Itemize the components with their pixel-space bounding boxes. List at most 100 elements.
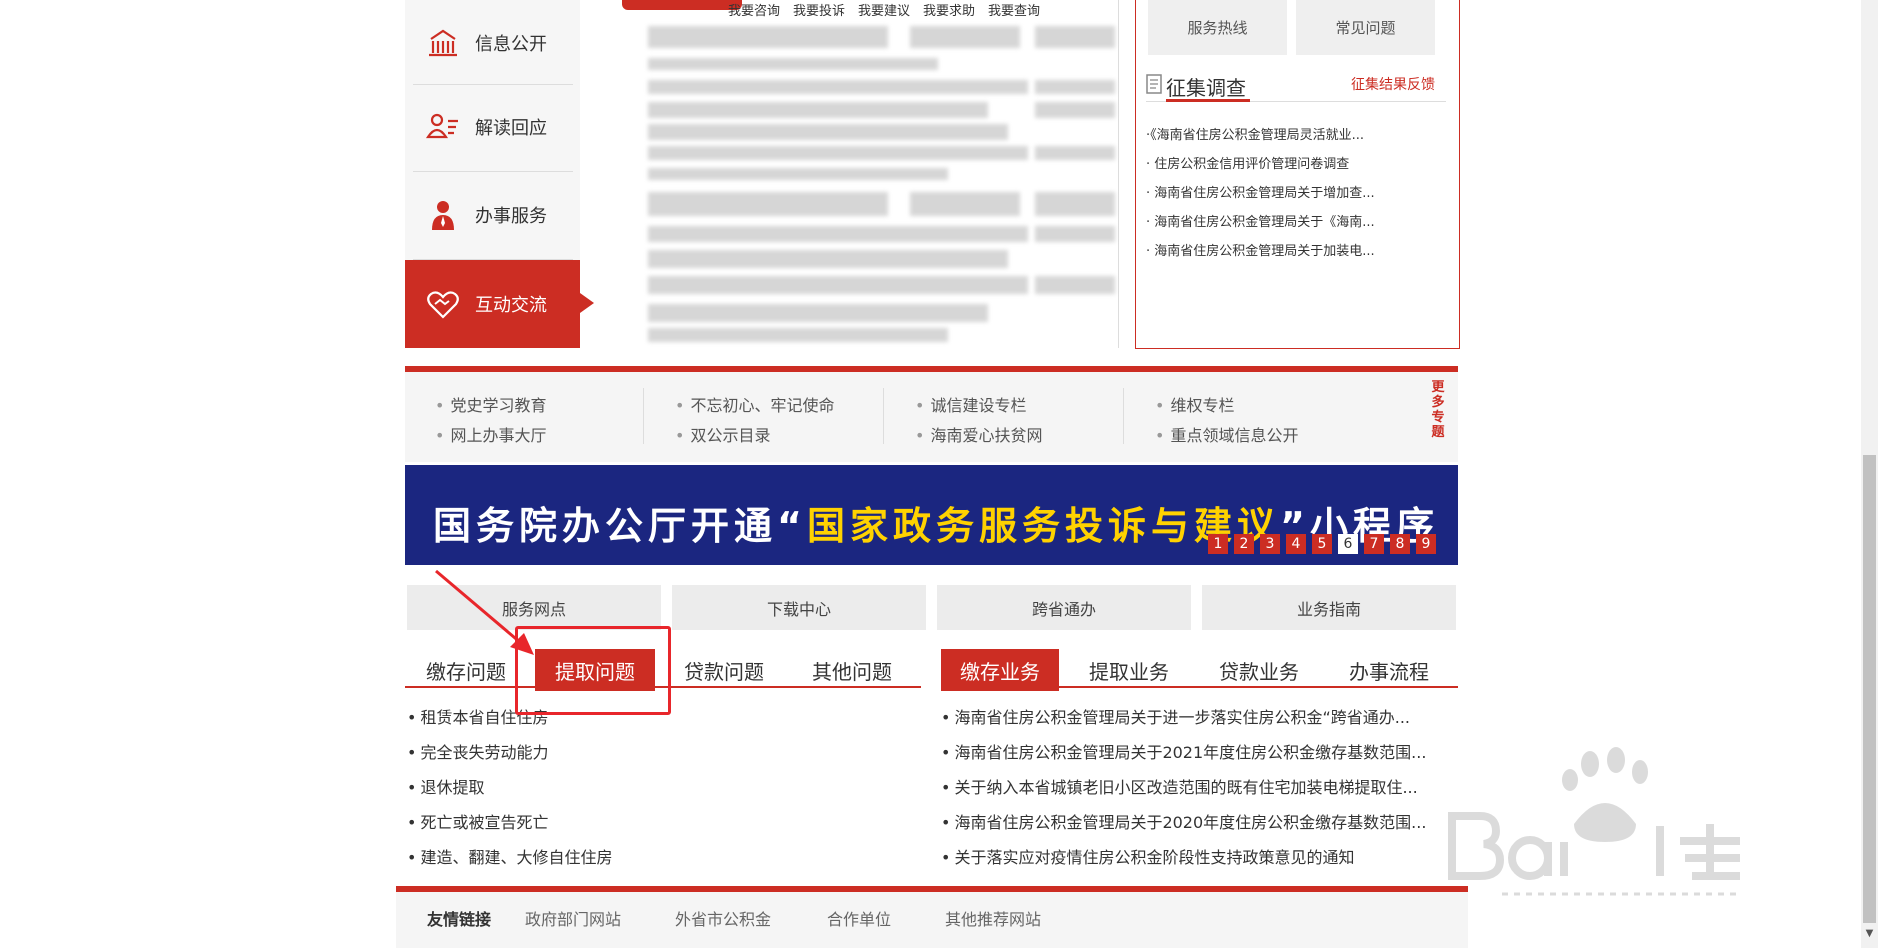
blurred-text	[1035, 102, 1115, 118]
center-tab-indicator	[622, 0, 742, 10]
topic-link[interactable]: 党史学习教育	[435, 392, 546, 416]
person-list-icon	[425, 113, 458, 139]
more-topics-link[interactable]: 更多专题	[1430, 380, 1446, 440]
nav-item-interpretation[interactable]: 解读回应	[405, 84, 580, 170]
business-item[interactable]: 海南省住房公积金管理局关于进一步落实住房公积金“跨省通办...	[941, 704, 1410, 728]
tab-other-questions[interactable]: 其他问题	[797, 649, 907, 691]
right-panel: 服务热线 常见问题 征集调查 征集结果反馈 ·《海南省住房公积金管理局灵活就业.…	[1135, 0, 1460, 349]
blurred-text	[648, 226, 1028, 242]
person-tie-icon	[432, 201, 454, 230]
blurred-text	[910, 192, 1020, 216]
blurred-text	[648, 80, 1028, 94]
left-nav: 信息公开 解读回应 办事服务 互动交流	[405, 0, 594, 348]
tab-query[interactable]: 我要查询	[988, 0, 1040, 19]
blurred-text	[648, 192, 888, 216]
faq-button[interactable]: 常见问题	[1296, 0, 1435, 55]
nav-label-interpretation: 解读回应	[475, 118, 547, 139]
blurred-text	[648, 168, 948, 180]
blurred-text	[1035, 192, 1115, 216]
banner-page-5[interactable]: 5	[1312, 534, 1332, 554]
building-icon	[429, 29, 457, 57]
tab-loan-business[interactable]: 贷款业务	[1199, 649, 1319, 691]
heart-handshake-icon	[427, 291, 459, 319]
download-center-button[interactable]: 下载中心	[672, 585, 926, 630]
blurred-text	[910, 26, 1020, 48]
friend-links-label: 友情链接	[427, 910, 492, 929]
survey-item[interactable]: · 住房公积金信用评价管理问卷调查	[1146, 153, 1349, 172]
blurred-text	[648, 124, 1008, 140]
topic-link[interactable]: 不忘初心、牢记使命	[675, 392, 834, 416]
survey-item[interactable]: · 海南省住房公积金管理局关于增加查...	[1146, 182, 1375, 201]
tab-withdrawal-business[interactable]: 提取业务	[1069, 649, 1189, 691]
banner[interactable]: 国务院办公厅开通“国家政务服务投诉与建议”小程序 1 2 3 4 5 6 7 8…	[405, 465, 1458, 565]
survey-item[interactable]: ·《海南省住房公积金管理局灵活就业...	[1146, 124, 1364, 143]
friend-link[interactable]: 外省市公积金	[675, 906, 771, 930]
topic-link[interactable]: 网上办事大厅	[435, 422, 546, 446]
blurred-text	[648, 304, 988, 322]
nav-label-interaction: 互动交流	[475, 295, 547, 316]
topic-link[interactable]: 海南爱心扶贫网	[915, 422, 1042, 446]
banner-page-3[interactable]: 3	[1260, 534, 1280, 554]
topic-divider	[643, 388, 644, 444]
blurred-text	[648, 276, 1028, 294]
question-item[interactable]: 死亡或被宣告死亡	[407, 809, 548, 833]
business-item[interactable]: 关于落实应对疫情住房公积金阶段性支持政策意见的通知	[941, 844, 1354, 868]
blurred-text	[1035, 226, 1115, 242]
question-item[interactable]: 建造、翻建、大修自住住房	[407, 844, 612, 868]
nav-label-services: 办事服务	[475, 206, 547, 227]
blurred-text	[1035, 276, 1115, 294]
topic-link[interactable]: 重点领域信息公开	[1155, 422, 1298, 446]
friend-link[interactable]: 其他推荐网站	[945, 906, 1041, 930]
nav-item-info-public[interactable]: 信息公开	[405, 0, 580, 86]
topic-link[interactable]: 诚信建设专栏	[915, 392, 1026, 416]
banner-page-7[interactable]: 7	[1364, 534, 1384, 554]
business-item[interactable]: 海南省住房公积金管理局关于2020年度住房公积金缴存基数范围...	[941, 809, 1426, 833]
scroll-down-arrow-icon[interactable]: ▼	[1863, 928, 1876, 942]
tab-suggestion[interactable]: 我要建议	[858, 0, 910, 19]
annotation-highlight-box	[515, 626, 671, 715]
interaction-content: 我要咨询 我要投诉 我要建议 我要求助 我要查询	[580, 0, 1119, 348]
blurred-text	[1035, 146, 1115, 160]
question-item[interactable]: 退休提取	[407, 774, 484, 798]
nav-label-info-public: 信息公开	[475, 34, 547, 55]
business-item[interactable]: 海南省住房公积金管理局关于2021年度住房公积金缴存基数范围...	[941, 739, 1426, 763]
special-topics: 党史学习教育 网上办事大厅 不忘初心、牢记使命 双公示目录 诚信建设专栏 海南爱…	[405, 366, 1458, 462]
tab-process[interactable]: 办事流程	[1329, 649, 1449, 691]
nav-item-services[interactable]: 办事服务	[405, 172, 580, 258]
tab-consult[interactable]: 我要咨询	[728, 0, 780, 19]
survey-item[interactable]: · 海南省住房公积金管理局关于加装电...	[1146, 240, 1375, 259]
banner-page-1[interactable]: 1	[1208, 534, 1228, 554]
banner-page-9[interactable]: 9	[1416, 534, 1436, 554]
topic-link[interactable]: 双公示目录	[675, 422, 770, 446]
blurred-text	[648, 102, 988, 118]
tab-complaint[interactable]: 我要投诉	[793, 0, 845, 19]
banner-page-6[interactable]: 6	[1338, 534, 1358, 554]
blurred-text	[648, 328, 948, 342]
page-wrap: 信息公开 解读回应 办事服务 互动交流 我要咨询 我要投诉 我要建议 我要求助 …	[396, 0, 1468, 948]
survey-feedback-link[interactable]: 征集结果反馈	[1351, 74, 1435, 94]
business-item[interactable]: 关于纳入本省城镇老旧小区改造范围的既有住宅加装电梯提取住...	[941, 774, 1417, 798]
banner-pager: 1 2 3 4 5 6 7 8 9	[1208, 534, 1436, 554]
tab-help[interactable]: 我要求助	[923, 0, 975, 19]
survey-title-underline	[1166, 99, 1250, 102]
banner-page-2[interactable]: 2	[1234, 534, 1254, 554]
banner-page-8[interactable]: 8	[1390, 534, 1410, 554]
question-item[interactable]: 完全丧失劳动能力	[407, 739, 548, 763]
scrollbar-thumb[interactable]	[1863, 455, 1876, 923]
service-hotline-button[interactable]: 服务热线	[1148, 0, 1287, 55]
survey-item[interactable]: · 海南省住房公积金管理局关于《海南...	[1146, 211, 1375, 230]
banner-page-4[interactable]: 4	[1286, 534, 1306, 554]
friend-link[interactable]: 政府部门网站	[525, 906, 621, 930]
blurred-text	[648, 26, 888, 48]
document-icon	[1146, 74, 1162, 94]
blurred-text	[648, 146, 1028, 160]
tab-deposit-business[interactable]: 缴存业务	[941, 649, 1059, 691]
friend-link[interactable]: 合作单位	[827, 906, 891, 930]
nav-item-interaction[interactable]: 互动交流	[405, 260, 594, 348]
tab-loan-questions[interactable]: 贷款问题	[669, 649, 779, 691]
cross-province-button[interactable]: 跨省通办	[937, 585, 1191, 630]
blurred-text	[648, 58, 938, 70]
blurred-text	[1035, 26, 1115, 48]
business-guide-button[interactable]: 业务指南	[1202, 585, 1456, 630]
topic-link[interactable]: 维权专栏	[1155, 392, 1234, 416]
